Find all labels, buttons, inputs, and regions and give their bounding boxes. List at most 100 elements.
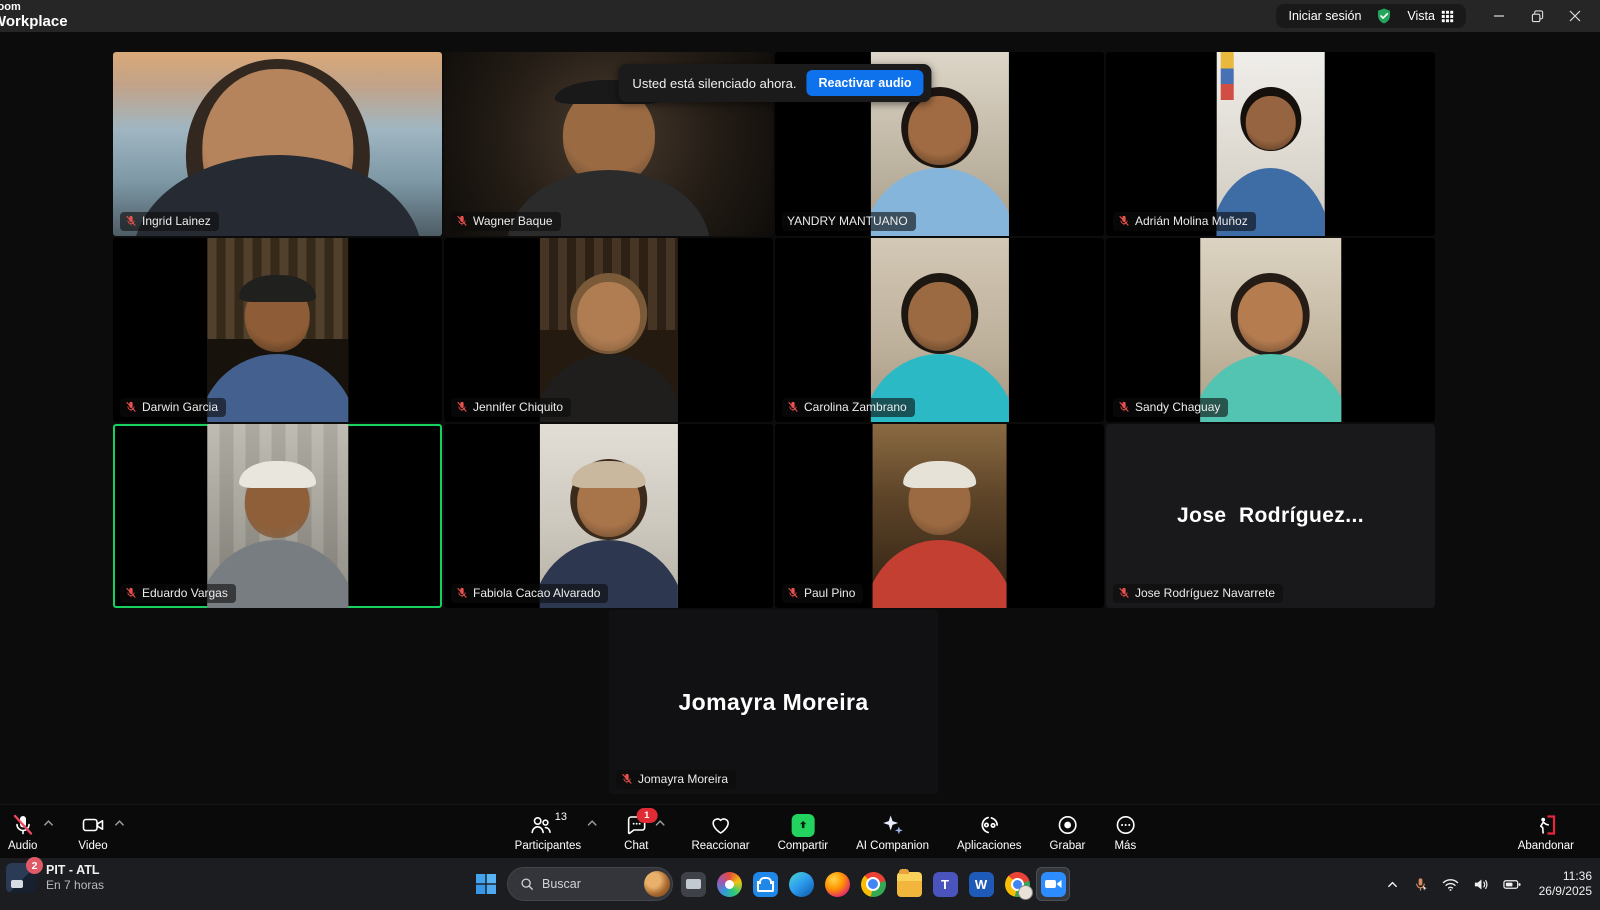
sign-in-button[interactable]: Iniciar sesión: [1288, 9, 1361, 23]
mic-muted-icon: [1118, 215, 1130, 227]
mic-muted-icon: [456, 215, 468, 227]
taskbar-search[interactable]: Buscar: [507, 867, 673, 901]
taskbar-clock[interactable]: 11:36 26/9/2025: [1539, 869, 1592, 899]
participant-video: [1200, 238, 1341, 422]
taskbar-app-word[interactable]: [964, 867, 998, 901]
leave-door-icon: [1534, 813, 1558, 837]
taskbar-widget[interactable]: 2 PIT - ATL En 7 horas: [6, 863, 104, 893]
grid-view-icon: [1441, 10, 1454, 23]
participant-tile-fabiola-cacao-alvarado[interactable]: Fabiola Cacao Alvarado: [444, 424, 773, 608]
participant-video: [539, 238, 677, 422]
widget-notification-badge: 2: [26, 857, 43, 874]
mic-in-use-icon[interactable]: [1411, 875, 1430, 894]
wifi-icon[interactable]: [1440, 875, 1461, 894]
sparkle-icon: [881, 813, 905, 837]
taskbar-widget-icon: 2: [6, 863, 36, 893]
react-button[interactable]: Reaccionar: [689, 809, 751, 854]
chat-options-caret[interactable]: [654, 819, 665, 827]
participant-tile-eduardo-vargas[interactable]: Eduardo Vargas: [113, 424, 442, 608]
system-tray: 11:36 26/9/2025: [1384, 858, 1592, 910]
participant-name-label: Jomayra Moreira: [616, 770, 736, 789]
participant-name-label: Wagner Baque: [451, 212, 561, 231]
ai-companion-button[interactable]: AI Companion: [854, 809, 931, 854]
participant-video: [207, 238, 348, 422]
store-icon: [753, 872, 778, 897]
taskbar-app-app-window[interactable]: [676, 867, 710, 901]
participants-options-caret[interactable]: [587, 819, 598, 827]
widget-subtitle: En 7 horas: [46, 878, 104, 893]
apps-button[interactable]: Aplicaciones: [955, 809, 1024, 854]
participant-name-label: Carolina Zambrano: [782, 398, 915, 417]
mic-muted-icon: [125, 587, 137, 599]
battery-icon[interactable]: [1501, 876, 1523, 893]
camera-icon: [81, 813, 105, 837]
edge-icon: [789, 872, 814, 897]
participant-tile-darwin-garcia[interactable]: Darwin Garcia: [113, 238, 442, 422]
audio-options-caret[interactable]: [43, 819, 54, 827]
participant-tile-paul-pino[interactable]: Paul Pino: [775, 424, 1104, 608]
share-screen-button[interactable]: Compartir: [776, 810, 830, 854]
apps-icon: [977, 813, 1001, 837]
mic-muted-icon: [787, 401, 799, 413]
participant-tile-jomayra-moreira[interactable]: Jomayra Moreira Jomayra Moreira: [609, 610, 938, 794]
participants-icon: [529, 813, 553, 837]
video-button[interactable]: Video: [76, 809, 109, 854]
participant-video: [113, 52, 442, 236]
hidden-icons-chevron[interactable]: [1384, 876, 1401, 893]
taskbar-app-store[interactable]: [748, 867, 782, 901]
mic-muted-icon: [1118, 401, 1130, 413]
mute-notification: Usted está silenciado ahora. Reactivar a…: [618, 64, 931, 102]
taskbar-app-zoom-active[interactable]: [1036, 867, 1070, 901]
unmute-button[interactable]: Reactivar audio: [806, 70, 923, 96]
restore-button[interactable]: [1522, 3, 1552, 29]
record-icon: [1055, 813, 1079, 837]
app-window-icon: [681, 872, 706, 897]
search-icon: [520, 877, 534, 891]
mic-muted-icon: [125, 215, 137, 227]
security-shield-icon[interactable]: [1375, 7, 1393, 25]
windows-taskbar: 2 PIT - ATL En 7 horas Buscar: [0, 858, 1600, 910]
view-button[interactable]: Vista: [1407, 9, 1454, 23]
participant-video: [207, 424, 348, 608]
taskbar-app-photos[interactable]: [712, 867, 746, 901]
record-button[interactable]: Grabar: [1048, 809, 1088, 854]
taskbar-app-file-explorer[interactable]: [892, 867, 926, 901]
participant-tile-jose-rodr-guez-navarrete[interactable]: Jose Rodríguez...Jose Rodríguez Navarret…: [1106, 424, 1435, 608]
leave-meeting-button[interactable]: Abandonar: [1516, 809, 1576, 854]
teams-icon: [933, 872, 958, 897]
search-highlight-image: [644, 871, 670, 897]
participant-tile-sandy-chaguay[interactable]: Sandy Chaguay: [1106, 238, 1435, 422]
taskbar-app-edge[interactable]: [784, 867, 818, 901]
logo-workplace-text: Workplace: [0, 14, 68, 29]
video-options-caret[interactable]: [114, 819, 125, 827]
more-button[interactable]: Más: [1111, 809, 1139, 854]
titlebar: zoom Workplace Iniciar sesión Vista: [0, 0, 1600, 32]
taskbar-app-firefox[interactable]: [820, 867, 854, 901]
participant-video: [539, 424, 677, 608]
chat-button[interactable]: 1 Chat: [622, 809, 650, 854]
start-button[interactable]: [468, 866, 504, 902]
participant-display-name: Jomayra Moreira: [678, 689, 868, 716]
close-button[interactable]: [1560, 3, 1590, 29]
volume-icon[interactable]: [1471, 875, 1491, 894]
audio-button[interactable]: Audio: [6, 809, 39, 854]
participant-tile-ingrid-lainez[interactable]: Ingrid Lainez: [113, 52, 442, 236]
participant-tile-jennifer-chiquito[interactable]: Jennifer Chiquito: [444, 238, 773, 422]
participant-tile-carolina-zambrano[interactable]: Carolina Zambrano: [775, 238, 1104, 422]
participant-video: [870, 238, 1008, 422]
mute-notification-text: Usted está silenciado ahora.: [632, 76, 796, 91]
clock-time: 11:36: [1539, 869, 1592, 884]
taskbar-app-chrome[interactable]: [856, 867, 890, 901]
widget-title: PIT - ATL: [46, 863, 104, 878]
participant-name-label: Jennifer Chiquito: [451, 398, 571, 417]
share-screen-icon: [791, 814, 814, 837]
video-grid: Usted está silenciado ahora. Reactivar a…: [113, 52, 1437, 798]
taskbar-app-browser-profile[interactable]: [1000, 867, 1034, 901]
participants-button[interactable]: 13 Participantes: [513, 809, 583, 854]
taskbar-app-teams[interactable]: [928, 867, 962, 901]
minimize-button[interactable]: [1484, 3, 1514, 29]
mic-muted-icon: [787, 587, 799, 599]
participants-count: 13: [555, 811, 567, 823]
meeting-toolbar: Audio Video: [0, 804, 1600, 858]
participant-tile-adri-n-molina-mu-oz[interactable]: Adrián Molina Muñoz: [1106, 52, 1435, 236]
